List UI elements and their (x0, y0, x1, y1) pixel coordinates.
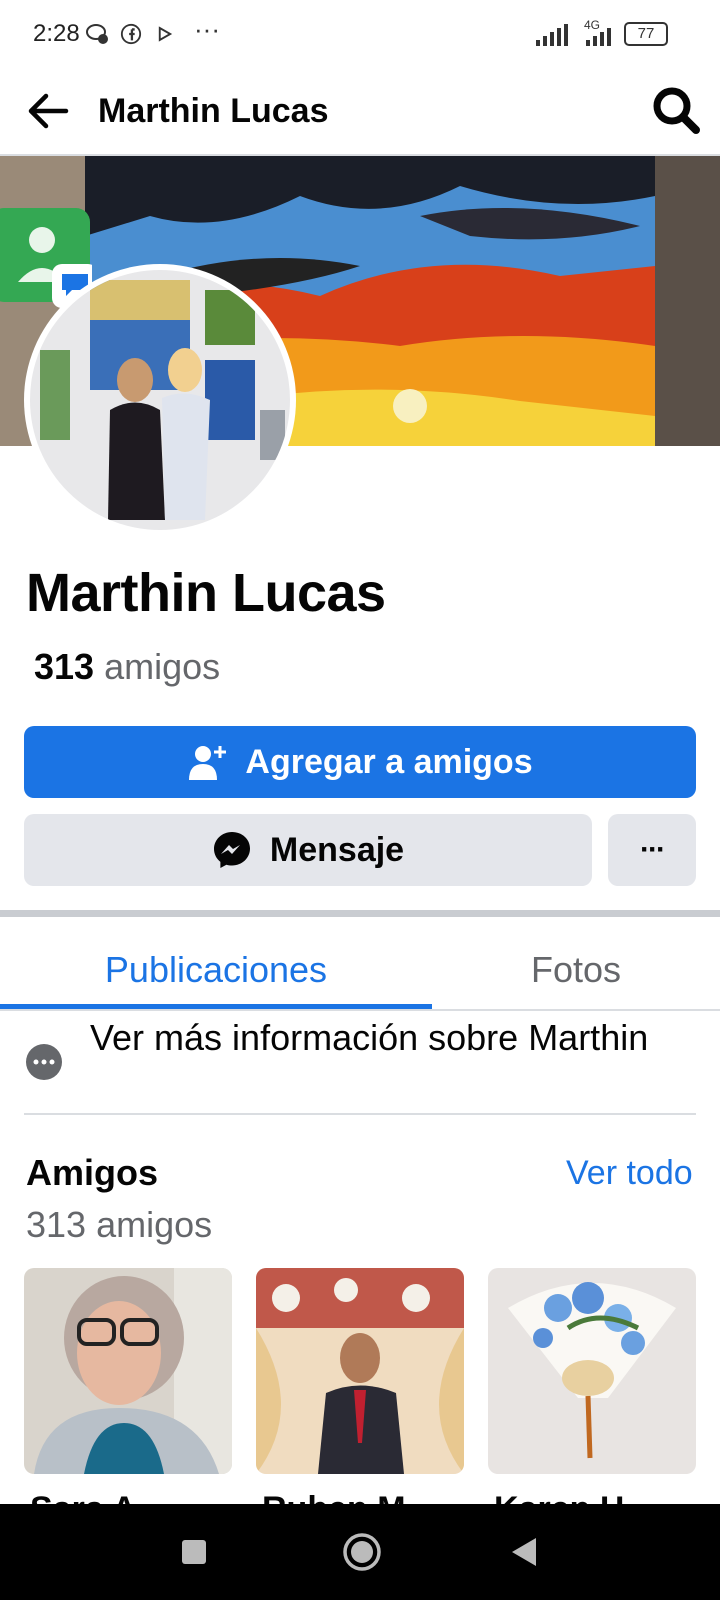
more-options-icon: ··· (640, 833, 666, 866)
friends-word: amigos (104, 646, 221, 687)
facebook-notification-icon (120, 23, 142, 45)
friend-photo (488, 1268, 696, 1474)
add-friend-label: Agregar a amigos (245, 742, 533, 781)
system-nav-bar (0, 1504, 720, 1600)
friend-card[interactable] (24, 1268, 232, 1474)
friend-photo (24, 1268, 232, 1474)
see-all-friends-link[interactable]: Ver todo (566, 1154, 693, 1193)
profile-name: Marthin Lucas (26, 563, 386, 623)
recents-icon[interactable] (180, 1538, 208, 1566)
add-friend-button[interactable]: Agregar a amigos (24, 726, 696, 798)
friends-section-title: Amigos (26, 1152, 159, 1193)
header-title: Marthin Lucas (98, 92, 329, 130)
message-button[interactable]: Mensaje (24, 814, 592, 886)
more-info-row[interactable]: Ver más información sobre Marthin (0, 1012, 720, 1116)
tab-publicaciones[interactable]: Publicaciones (0, 930, 432, 1010)
play-notification-icon (158, 26, 173, 42)
friends-section-count: 313 amigos (26, 1204, 213, 1245)
back-arrow-icon[interactable] (22, 84, 76, 138)
status-time: 2:28 (33, 20, 80, 47)
avatar-photo (30, 270, 290, 530)
status-bar: 2:28 ··· 4G 77 (0, 0, 720, 68)
signal-icon (536, 24, 568, 46)
message-label: Mensaje (269, 830, 405, 869)
search-icon[interactable] (648, 82, 704, 138)
tabs-divider (0, 1009, 720, 1011)
tab-fotos[interactable]: Fotos (432, 930, 720, 1010)
home-icon[interactable] (342, 1532, 382, 1572)
signal-4g-icon (586, 28, 611, 46)
section-divider (0, 910, 720, 917)
more-info-text: Ver más información sobre Marthin (90, 1017, 649, 1058)
more-info-icon (26, 1044, 62, 1080)
wechat-notification-icon (86, 24, 108, 44)
friend-photo (256, 1268, 464, 1474)
friend-card[interactable] (256, 1268, 464, 1474)
info-divider (24, 1113, 696, 1115)
profile-friends-count[interactable]: 313 amigos (34, 646, 220, 688)
profile-avatar[interactable] (30, 270, 290, 530)
battery-icon: 77 (624, 22, 668, 46)
more-options-button[interactable]: ··· (608, 814, 696, 886)
friend-card[interactable] (488, 1268, 696, 1474)
app-header: Marthin Lucas (0, 68, 720, 156)
messenger-icon (213, 832, 250, 868)
back-nav-icon[interactable] (508, 1536, 540, 1568)
add-friend-icon (189, 746, 227, 780)
battery-level: 77 (637, 25, 655, 42)
friends-number: 313 (34, 646, 95, 687)
more-notifications-icon: ··· (194, 14, 220, 44)
